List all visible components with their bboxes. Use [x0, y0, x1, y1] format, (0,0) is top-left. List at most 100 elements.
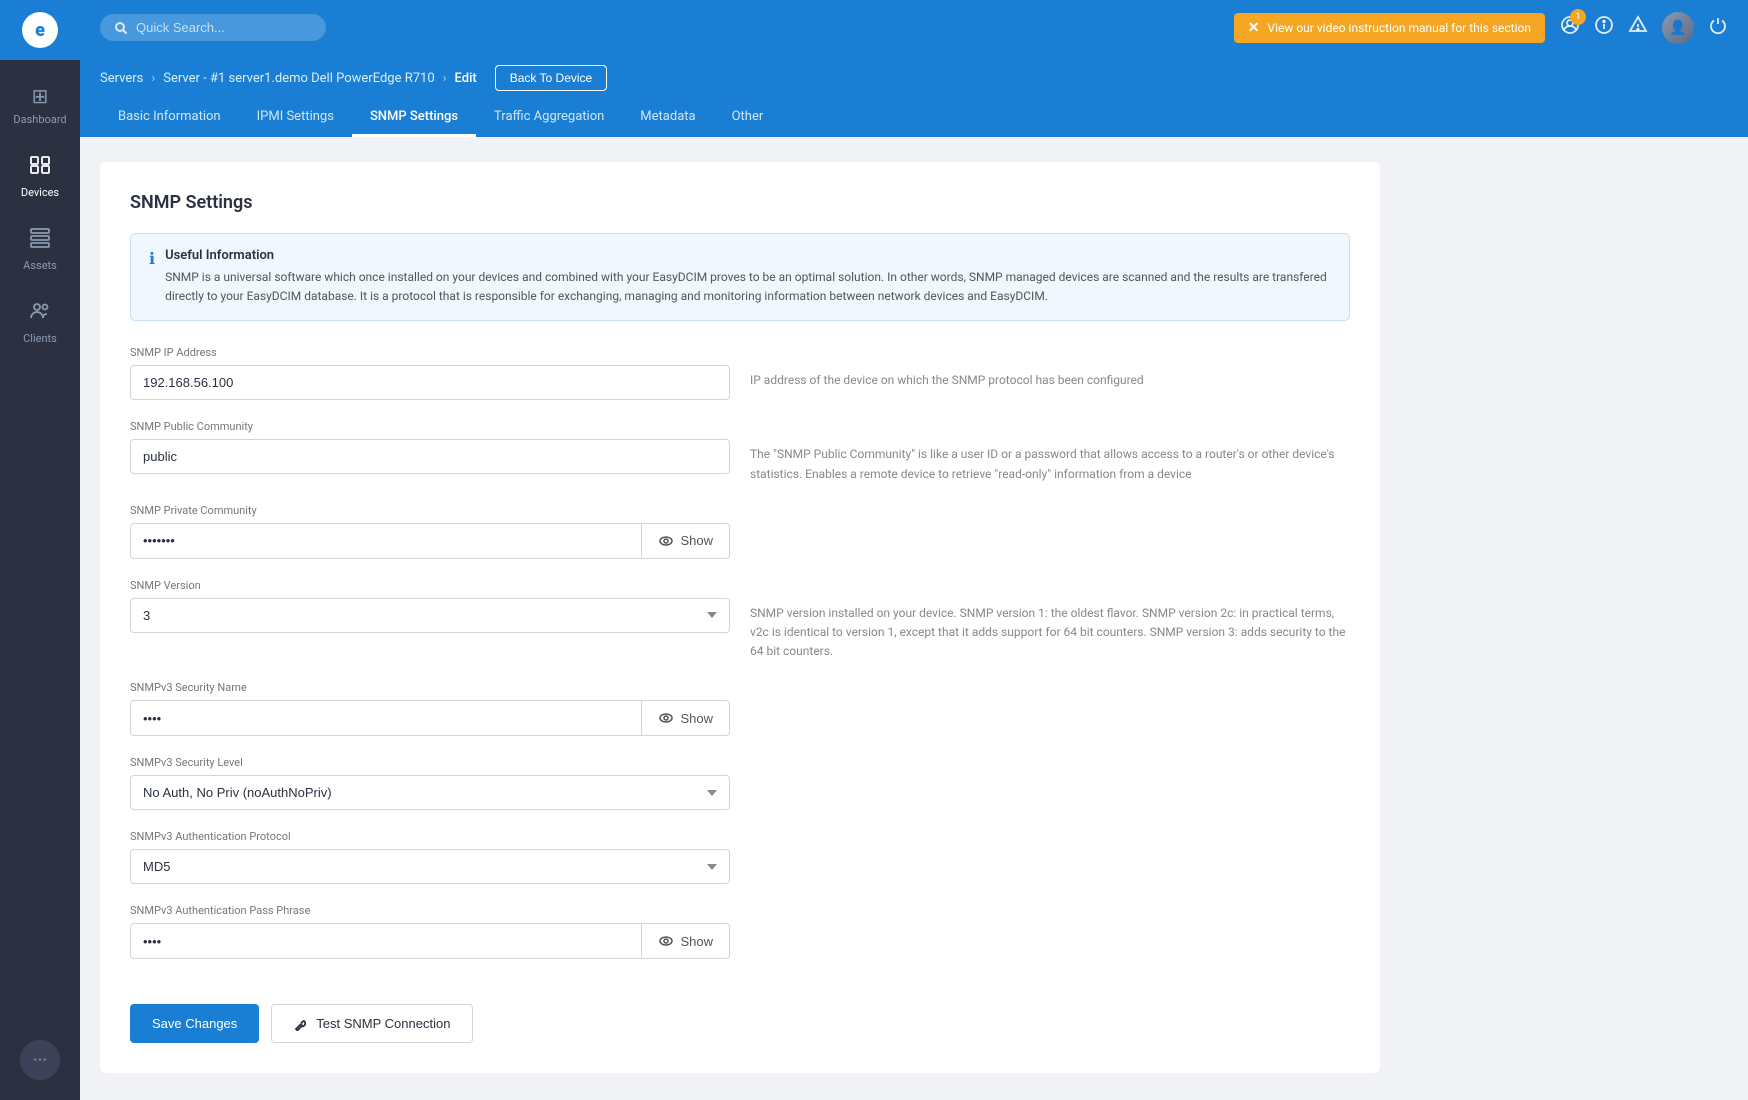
- snmpv3-auth-protocol-left: SNMPv3 Authentication Protocol MD5 SHA: [130, 830, 730, 884]
- sidebar-item-assets[interactable]: Assets: [0, 213, 80, 286]
- snmpv3-auth-pass-hint: [750, 904, 1350, 929]
- snmpv3-security-name-section: SNMPv3 Security Name Show: [130, 681, 1350, 736]
- snmpv3-security-level-select[interactable]: No Auth, No Priv (noAuthNoPriv) Auth, No…: [130, 775, 730, 810]
- eye-icon: [658, 533, 674, 549]
- sidebar-more-button[interactable]: ···: [20, 1040, 60, 1080]
- snmp-private-left: SNMP Private Community Show: [130, 504, 730, 559]
- snmpv3-security-level-label: SNMPv3 Security Level: [130, 756, 730, 769]
- snmp-version-hint: SNMP version installed on your device. S…: [750, 579, 1350, 662]
- sidebar-item-devices[interactable]: Devices: [0, 140, 80, 213]
- topbar-icons: 1 👤: [1560, 12, 1728, 44]
- snmpv3-auth-protocol-section: SNMPv3 Authentication Protocol MD5 SHA: [130, 830, 1350, 884]
- alert-icon[interactable]: [1628, 15, 1648, 40]
- avatar[interactable]: 👤: [1662, 12, 1694, 44]
- back-to-device-button[interactable]: Back To Device: [495, 65, 607, 91]
- snmp-settings-card: SNMP Settings ℹ Useful Information SNMP …: [100, 162, 1380, 1073]
- search-input[interactable]: [136, 20, 312, 35]
- snmp-version-left: SNMP Version 1 2c 3: [130, 579, 730, 633]
- video-banner-text: View our video instruction manual for th…: [1267, 21, 1531, 35]
- snmpv3-auth-protocol-select[interactable]: MD5 SHA: [130, 849, 730, 884]
- snmp-private-input[interactable]: [130, 523, 642, 559]
- tab-metadata[interactable]: Metadata: [622, 101, 713, 137]
- snmp-version-label: SNMP Version: [130, 579, 730, 592]
- topbar: ✕ View our video instruction manual for …: [80, 0, 1748, 55]
- sidebar: e ⊞ Dashboard Devices Assets Clients ···: [0, 0, 80, 1100]
- tab-basic-information[interactable]: Basic Information: [100, 101, 239, 137]
- snmp-ip-input[interactable]: [130, 365, 730, 400]
- show-label: Show: [680, 934, 713, 949]
- tab-ipmi-settings[interactable]: IPMI Settings: [239, 101, 352, 137]
- snmp-public-hint: The "SNMP Public Community" is like a us…: [750, 420, 1350, 483]
- info-circle-icon: ℹ: [149, 249, 155, 306]
- tab-snmp-settings[interactable]: SNMP Settings: [352, 101, 476, 137]
- snmpv3-security-name-hint: [750, 681, 1350, 706]
- breadcrumb-sep-1: ›: [151, 71, 155, 86]
- notification-badge: 1: [1570, 9, 1586, 25]
- tab-nav: Basic Information IPMI Settings SNMP Set…: [80, 91, 1748, 137]
- info-icon[interactable]: [1594, 15, 1614, 40]
- show-label: Show: [680, 711, 713, 726]
- snmp-ip-label: SNMP IP Address: [130, 346, 730, 359]
- close-x-icon[interactable]: ✕: [1248, 20, 1260, 36]
- snmpv3-security-level-left: SNMPv3 Security Level No Auth, No Priv (…: [130, 756, 730, 810]
- snmp-ip-section: SNMP IP Address IP address of the device…: [130, 346, 1350, 400]
- snmpv3-security-name-label: SNMPv3 Security Name: [130, 681, 730, 694]
- snmpv3-security-level-section: SNMPv3 Security Level No Auth, No Priv (…: [130, 756, 1350, 810]
- breadcrumb-edit: Edit: [455, 71, 477, 86]
- eye-icon: [658, 933, 674, 949]
- more-icon: ···: [33, 1050, 47, 1071]
- main-content: ✕ View our video instruction manual for …: [80, 0, 1748, 1100]
- sidebar-nav: ⊞ Dashboard Devices Assets Clients: [0, 70, 80, 359]
- snmpv3-auth-pass-show-button[interactable]: Show: [642, 923, 730, 959]
- search-icon: [114, 21, 128, 35]
- page-content: SNMP Settings ℹ Useful Information SNMP …: [80, 137, 1748, 1100]
- snmpv3-auth-pass-label: SNMPv3 Authentication Pass Phrase: [130, 904, 730, 917]
- power-icon[interactable]: [1708, 15, 1728, 40]
- devices-icon: [29, 154, 51, 181]
- snmp-version-section: SNMP Version 1 2c 3 SNMP version install…: [130, 579, 1350, 662]
- snmp-public-left: SNMP Public Community: [130, 420, 730, 474]
- sidebar-item-label: Devices: [21, 186, 59, 199]
- snmpv3-security-level-hint: [750, 756, 1350, 781]
- sidebar-item-label: Assets: [23, 259, 57, 272]
- search-bar[interactable]: [100, 14, 326, 41]
- dashboard-icon: ⊞: [32, 84, 49, 108]
- sidebar-logo[interactable]: e: [0, 0, 80, 60]
- snmp-ip-hint: IP address of the device on which the SN…: [750, 346, 1350, 390]
- user-circle-icon[interactable]: 1: [1560, 15, 1580, 40]
- eye-icon: [658, 710, 674, 726]
- snmpv3-auth-pass-left: SNMPv3 Authentication Pass Phrase Show: [130, 904, 730, 959]
- snmpv3-security-name-input[interactable]: [130, 700, 642, 736]
- snmpv3-auth-pass-section: SNMPv3 Authentication Pass Phrase Show: [130, 904, 1350, 959]
- sidebar-item-label: Dashboard: [13, 113, 66, 126]
- sidebar-item-clients[interactable]: Clients: [0, 286, 80, 359]
- breadcrumb-sep-2: ›: [443, 71, 447, 86]
- breadcrumb-servers[interactable]: Servers: [100, 71, 143, 86]
- snmp-public-input[interactable]: [130, 439, 730, 474]
- info-box-title: Useful Information: [165, 248, 1331, 263]
- snmp-public-section: SNMP Public Community The "SNMP Public C…: [130, 420, 1350, 483]
- breadcrumb-server-name[interactable]: Server - #1 server1.demo Dell PowerEdge …: [163, 71, 434, 86]
- logo-letter: e: [35, 20, 45, 41]
- info-box-text: SNMP is a universal software which once …: [165, 268, 1331, 306]
- snmp-public-label: SNMP Public Community: [130, 420, 730, 433]
- page-title: SNMP Settings: [130, 192, 1350, 213]
- save-changes-button[interactable]: Save Changes: [130, 1004, 259, 1043]
- snmpv3-auth-pass-input-group: Show: [130, 923, 730, 959]
- snmpv3-auth-protocol-hint: [750, 830, 1350, 855]
- snmpv3-auth-pass-input[interactable]: [130, 923, 642, 959]
- snmpv3-security-name-show-button[interactable]: Show: [642, 700, 730, 736]
- snmpv3-auth-protocol-label: SNMPv3 Authentication Protocol: [130, 830, 730, 843]
- show-label: Show: [680, 533, 713, 548]
- snmp-private-section: SNMP Private Community Show: [130, 504, 1350, 559]
- snmp-private-show-button[interactable]: Show: [642, 523, 730, 559]
- tab-other[interactable]: Other: [714, 101, 782, 137]
- clients-icon: [29, 300, 51, 327]
- video-banner[interactable]: ✕ View our video instruction manual for …: [1234, 13, 1545, 43]
- snmp-version-select[interactable]: 1 2c 3: [130, 598, 730, 633]
- tab-traffic-aggregation[interactable]: Traffic Aggregation: [476, 101, 622, 137]
- test-snmp-button[interactable]: Test SNMP Connection: [271, 1004, 473, 1043]
- assets-icon: [29, 227, 51, 254]
- sidebar-item-dashboard[interactable]: ⊞ Dashboard: [0, 70, 80, 140]
- snmp-private-hint: [750, 504, 1350, 529]
